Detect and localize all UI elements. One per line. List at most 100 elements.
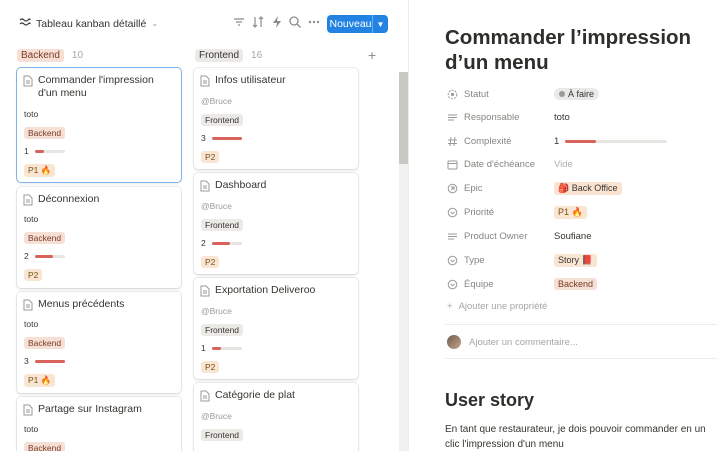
app-window: Tableau kanban détaillé ⌄ Nouveau ▼ Back… [0,0,718,451]
kanban-card[interactable]: Infos utilisateur @Bruce Frontend 3 P2 [194,68,358,169]
team-tag: Frontend [201,429,244,441]
body-paragraph[interactable]: En tant que restaurateur, je dois pouvoi… [445,422,713,451]
priority-tag: P1 🔥 [24,164,56,177]
new-button-label: Nouveau [329,18,372,30]
scrollbar-thumb[interactable] [399,72,408,164]
column-header[interactable]: Backend 10 [14,41,182,69]
property-responsable[interactable]: Responsable toto [447,107,717,127]
kanban-card[interactable]: Partage sur Instagram toto Backend [17,397,181,451]
priority-tag: P2 [201,361,220,373]
section-heading[interactable]: User story [445,390,534,411]
kanban-card[interactable]: Menus précédents toto Backend 3 P1 🔥 [17,292,181,393]
card-person: toto [24,424,39,434]
progress-fill [34,254,53,258]
complexity-progress: 2 [24,251,65,261]
page-icon [200,390,210,402]
card-person: toto [24,214,39,224]
card-person: @Bruce [201,96,232,106]
page-icon [200,75,210,87]
select-icon [447,255,458,265]
more-options-icon[interactable] [307,15,321,29]
progress-fill [211,346,221,350]
card-person: @Bruce [201,201,232,211]
status-icon [447,89,458,99]
chevron-down-icon: ⌄ [151,19,159,28]
card-title: Commander l'impression d'un menu [38,74,154,99]
page-icon [23,299,33,311]
card-person: @Bruce [201,411,232,421]
card-title: Infos utilisateur [215,74,286,86]
comment-input[interactable]: Ajouter un commentaire... [447,335,578,349]
card-title: Déconnexion [38,193,100,205]
complexity-progress: 1 [201,343,242,353]
view-switcher[interactable]: Tableau kanban détaillé ⌄ [19,16,158,31]
page-icon [23,404,33,416]
divider [445,358,717,359]
kanban-card[interactable]: Dashboard @Bruce Frontend 2 P2 [194,173,358,274]
property-type[interactable]: Type Story 📕 [447,250,717,270]
search-icon[interactable] [288,15,302,29]
property-product-owner[interactable]: Product Owner Soufiane [447,226,717,246]
progress-fill [211,136,242,140]
property-complexite[interactable]: Complexité 1 [447,131,717,151]
column-name: Frontend [195,48,244,62]
card-person: @Bruce [201,306,232,316]
select-icon [447,207,458,217]
add-property-button[interactable]: + Ajouter une propriété [447,301,547,312]
page-icon [200,180,210,192]
avatar [447,335,461,349]
complexity-progress: 2 [201,238,242,248]
status-badge[interactable]: À faire [554,88,600,100]
property-status[interactable]: Statut À faire [447,84,717,104]
add-column-button[interactable]: + [368,47,376,63]
calendar-icon [447,160,458,169]
property-epic[interactable]: Epic 🎒 Back Office [447,178,717,198]
column-count: 16 [251,49,263,61]
team-tag: Backend [24,337,66,349]
card-person: toto [24,319,39,329]
team-tag: Frontend [201,114,244,126]
number-icon [448,136,457,146]
automation-icon[interactable] [270,15,284,29]
card-person: toto [24,109,39,119]
property-date[interactable]: Date d'échéance Vide [447,154,717,174]
view-name: Tableau kanban détaillé [36,17,147,30]
page-icon [200,285,210,297]
type-tag[interactable]: Story 📕 [554,253,597,267]
filter-icon[interactable] [232,15,246,29]
detail-panel: Commander l’impression d’un menu Statut … [409,0,718,451]
page-title[interactable]: Commander l’impression d’un menu [445,25,705,75]
kanban-card[interactable]: Catégorie de plat @Bruce Frontend [194,383,358,451]
text-lines-icon [448,114,457,120]
progress-fill [34,149,44,153]
card-title: Catégorie de plat [215,389,295,401]
card-title: Dashboard [215,179,267,191]
kanban-card[interactable]: Déconnexion toto Backend 2 P2 [17,187,181,288]
column-name: Backend [17,48,64,62]
page-icon [23,75,33,87]
column-count: 10 [71,49,84,61]
new-button[interactable]: Nouveau ▼ [327,15,388,33]
sort-icon[interactable] [251,15,265,29]
epic-tag[interactable]: 🎒 Back Office [554,181,622,195]
column-backend: Backend 10 [14,41,182,69]
team-tag: Backend [24,127,66,139]
priority-tag: P2 [201,151,220,163]
team-tag: Backend [24,232,66,244]
card-title: Menus précédents [38,298,125,310]
column-header[interactable]: Frontend 16 [192,41,360,69]
team-tag: Backend [24,442,66,451]
property-priorite[interactable]: Priorité P1 🔥 [447,202,717,222]
kanban-card[interactable]: Exportation Deliveroo @Bruce Frontend 1 … [194,278,358,379]
page-icon [23,194,33,206]
team-tag[interactable]: Backend [554,278,598,290]
relation-icon [447,183,458,193]
chevron-down-icon[interactable]: ▼ [373,20,388,29]
priority-tag: P2 [201,256,220,268]
kanban-card[interactable]: Commander l'impression d'un menu toto Ba… [17,68,181,182]
divider [445,324,717,325]
progress-fill [34,359,65,363]
property-equipe[interactable]: Équipe Backend [447,274,717,294]
progress-fill [211,241,230,245]
priority-tag[interactable]: P1 🔥 [554,205,587,219]
